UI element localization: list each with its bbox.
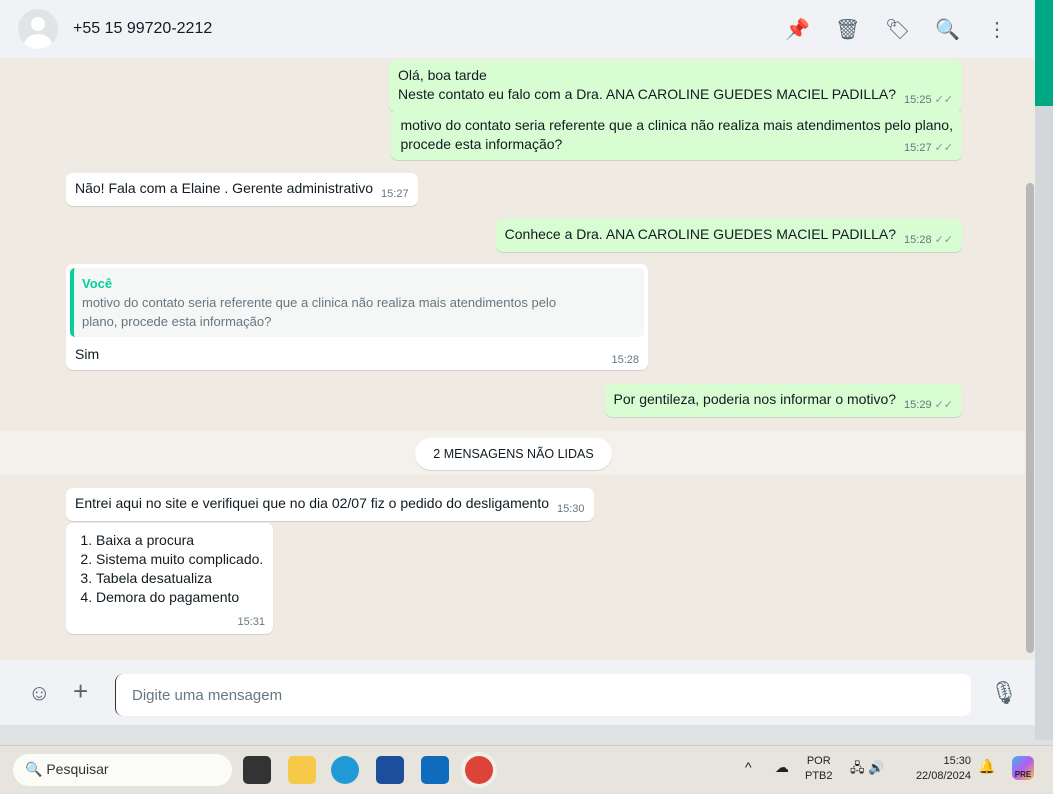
chrome-icon[interactable] <box>465 756 493 784</box>
message-bubble[interactable]: Baixa a procura Sistema muito complicado… <box>66 523 273 634</box>
message-time: 15:31 <box>237 616 265 628</box>
message-time: 15:28 <box>904 234 932 246</box>
quote-text: motivo do contato seria referente que a … <box>82 295 557 310</box>
unread-messages-label: 2 MENSAGENS NÃO LIDAS <box>415 438 612 470</box>
reason-list: Baixa a procura Sistema muito complicado… <box>78 531 265 607</box>
double-check-icon: ✓✓ <box>934 234 953 246</box>
list-item: Demora do pagamento <box>96 588 265 607</box>
message-bubble[interactable]: Entrei aqui no site e verifiquei que no … <box>66 488 594 521</box>
message-bubble[interactable]: Olá, boa tarde Neste contato eu falo com… <box>389 60 962 112</box>
badge: PRE <box>1014 770 1032 779</box>
message-text: Conhece a Dra. ANA CAROLINE GUEDES MACIE… <box>504 226 897 242</box>
store-icon[interactable] <box>376 756 404 784</box>
emoji-icon[interactable]: ☺ <box>28 680 50 706</box>
list-item: Sistema muito complicado. <box>96 550 265 569</box>
clock[interactable]: 15:30 22/08/2024 <box>905 754 971 784</box>
edge-icon[interactable] <box>331 756 359 784</box>
message-time: 15:29 <box>904 399 932 411</box>
delete-icon[interactable]: 🗑 <box>835 17 860 42</box>
message-text: Não! Fala com a Elaine . Gerente adminis… <box>75 180 374 196</box>
outlook-icon[interactable] <box>421 756 449 784</box>
file-explorer-icon[interactable] <box>288 756 316 784</box>
message-text: motivo do contato seria referente que a … <box>400 117 953 133</box>
message-bubble[interactable]: Você motivo do contato seria referente q… <box>66 264 648 370</box>
message-text: Olá, boa tarde <box>398 67 487 83</box>
message-time: 15:27 <box>381 188 409 200</box>
microphone-icon[interactable]: 🎙 <box>990 680 1018 706</box>
copilot-icon[interactable]: PRE <box>1012 756 1034 780</box>
show-hidden-icons[interactable]: ^ <box>745 760 752 775</box>
language-indicator[interactable]: POR PTB2 <box>805 754 833 784</box>
message-text: procede esta informação? <box>400 136 563 152</box>
scrollbar[interactable] <box>1026 183 1034 653</box>
time: 15:30 <box>943 755 971 767</box>
notification-bell-icon[interactable]: 🔔 <box>978 759 995 774</box>
plus-icon[interactable]: + <box>73 676 88 707</box>
menu-icon[interactable]: ⋮ <box>985 17 1009 42</box>
cloud-off-icon[interactable]: ☁ <box>775 760 789 775</box>
message-time: 15:30 <box>557 503 585 515</box>
chat-header: +55 15 99720-2212 📌 🗑 🏷 🔍 ⋮ <box>0 0 1035 58</box>
search-label: Pesquisar <box>46 761 109 777</box>
double-check-icon: ✓✓ <box>934 399 953 411</box>
message-input[interactable]: Digite uma mensagem <box>115 674 971 716</box>
composer: ☺ + Digite uma mensagem 🎙 <box>0 660 1035 725</box>
message-bubble[interactable]: motivo do contato seria referente que a … <box>391 110 962 160</box>
network-volume-icon[interactable]: 🖧 🔊 <box>850 760 884 775</box>
window-edge <box>1035 0 1053 740</box>
double-check-icon: ✓✓ <box>934 142 953 154</box>
message-text: Neste contato eu falo com a Dra. ANA CAR… <box>398 86 897 102</box>
taskbar-search[interactable]: 🔍 Pesquisar <box>13 754 232 786</box>
task-view-icon[interactable] <box>243 756 271 784</box>
list-item: Tabela desatualiza <box>96 569 265 588</box>
list-item: Baixa a procura <box>96 531 265 550</box>
message-text: Sim <box>75 346 100 362</box>
avatar[interactable] <box>18 9 58 49</box>
contact-name[interactable]: +55 15 99720-2212 <box>73 20 212 38</box>
date: 22/08/2024 <box>915 770 971 782</box>
message-list: Olá, boa tarde Neste contato eu falo com… <box>0 58 1035 660</box>
message-bubble[interactable]: Não! Fala com a Elaine . Gerente adminis… <box>66 173 418 206</box>
layout: PTB2 <box>805 770 833 782</box>
message-text: Entrei aqui no site e verifiquei que no … <box>75 495 549 511</box>
double-check-icon: ✓✓ <box>934 94 953 106</box>
message-text: Por gentileza, poderia nos informar o mo… <box>613 391 897 407</box>
message-bubble[interactable]: Por gentileza, poderia nos informar o mo… <box>604 384 962 417</box>
quote-text: plano, procede esta informação? <box>82 314 272 329</box>
label-icon[interactable]: 🏷 <box>885 17 910 42</box>
lang: POR <box>806 755 831 767</box>
taskbar: 🔍 Pesquisar ^ ☁ POR PTB2 🖧 🔊 15:30 22/08/2… <box>0 745 1053 792</box>
message-time: 15:28 <box>611 354 639 366</box>
search-icon: 🔍 <box>25 761 47 777</box>
quote-author: Você <box>82 276 113 291</box>
quoted-message[interactable]: Você motivo do contato seria referente q… <box>70 268 644 337</box>
search-icon[interactable]: 🔍 <box>935 17 960 42</box>
message-time: 15:27 <box>904 142 932 154</box>
message-time: 15:25 <box>904 94 932 106</box>
message-bubble[interactable]: Conhece a Dra. ANA CAROLINE GUEDES MACIE… <box>495 219 962 252</box>
pin-icon[interactable]: 📌 <box>785 17 810 42</box>
whatsapp-window: +55 15 99720-2212 📌 🗑 🏷 🔍 ⋮ Olá, boa tar… <box>0 0 1035 725</box>
